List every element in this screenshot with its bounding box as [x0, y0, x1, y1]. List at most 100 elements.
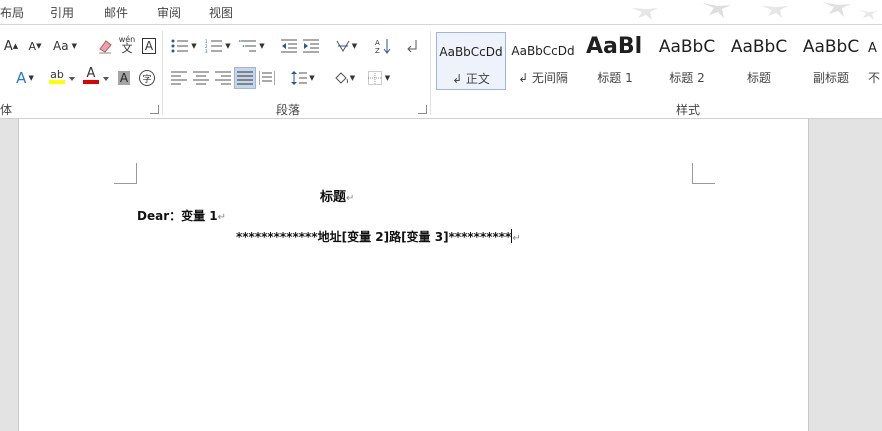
tab-references[interactable]: 引用 — [50, 4, 74, 21]
doc-address-text: *************地址[变量 2]路[变量 3]********** — [236, 230, 512, 244]
shading-button[interactable]: ▼ — [330, 67, 358, 89]
doc-greeting[interactable]: Dear：变量 1↵ — [137, 207, 226, 224]
enclose-char-icon: 字 — [139, 70, 155, 86]
borders-icon — [367, 71, 382, 85]
bird-decoration-icon — [632, 2, 878, 20]
highlight-button[interactable]: ab — [46, 65, 68, 87]
doc-greeting-text: Dear：变量 1 — [137, 209, 218, 223]
bullets-button[interactable]: ▼ — [168, 35, 200, 57]
style-heading-2[interactable]: AaBbC 标题 2 — [652, 32, 722, 90]
style-title[interactable]: AaBbC 标题 — [724, 32, 794, 90]
paragraph-dialog-launcher-icon[interactable] — [418, 105, 427, 114]
style-no-spacing[interactable]: AaBbCcDd ↲ 无间隔 — [508, 32, 578, 90]
bullets-icon — [171, 39, 189, 53]
crop-mark — [692, 163, 693, 183]
paint-bucket-icon — [333, 72, 348, 86]
paragraph-mark: ↵ — [346, 193, 355, 204]
word-window: 布局 引用 邮件 审阅 视图 A ▲ A ▼ Aa ▼ wén 文 A A ▼ ab — [0, 0, 882, 431]
group-separator — [430, 31, 431, 115]
align-right-icon — [215, 71, 231, 85]
style-heading-1[interactable]: AaBl 标题 1 — [580, 32, 650, 90]
enclose-char-button[interactable]: 字 — [136, 67, 158, 89]
distributed-icon — [259, 71, 275, 85]
style-more[interactable]: A 不 — [868, 32, 882, 90]
font-color-dropdown-icon[interactable] — [103, 77, 109, 81]
style-name: 标题 1 — [597, 71, 633, 85]
char-shading-icon: A — [117, 71, 131, 85]
asian-layout-icon — [336, 40, 350, 52]
style-sample: A — [868, 41, 877, 56]
distributed-button[interactable] — [256, 67, 278, 89]
doc-title-text: 标题 — [320, 190, 347, 205]
paragraph-mark: ↵ — [217, 212, 227, 223]
svg-text:Z: Z — [375, 47, 380, 54]
style-sample: AaBl — [586, 34, 643, 59]
phonetic-icon-bottom: 文 — [121, 42, 133, 55]
tab-review[interactable]: 审阅 — [157, 4, 181, 21]
font-color-icon: A — [86, 66, 96, 81]
styles-gallery: AaBbCcDd ↲ 正文 AaBbCcDd ↲ 无间隔 AaBl 标题 1 A… — [436, 32, 882, 90]
style-sample: AaBbC — [658, 37, 716, 57]
group-separator — [162, 31, 163, 115]
text-effects-button[interactable]: A ▼ — [14, 67, 36, 89]
phonetic-guide-button[interactable]: wén 文 — [116, 33, 138, 55]
font-color-button[interactable]: A — [80, 65, 102, 87]
style-name: ↲ 无间隔 — [518, 71, 568, 85]
paragraph-mark: ↵ — [512, 233, 521, 244]
style-subtitle[interactable]: AaBbC 副标题 — [796, 32, 866, 90]
numbering-button[interactable]: 1 2 3 ▼ — [202, 35, 234, 57]
style-normal[interactable]: AaBbCcDd ↲ 正文 — [436, 32, 506, 90]
style-name: 副标题 — [812, 71, 849, 85]
style-sample: AaBbC — [730, 37, 788, 57]
clear-format-button[interactable] — [94, 35, 116, 57]
grow-font-icon: A — [3, 38, 13, 54]
style-name: ↲ 正文 — [452, 72, 490, 86]
sort-button[interactable]: AZ — [372, 35, 394, 57]
multilevel-list-icon — [239, 40, 257, 52]
tab-layout[interactable]: 布局 — [0, 4, 24, 21]
numbering-icon: 123 — [205, 39, 223, 53]
char-border-icon: A — [141, 38, 157, 54]
line-spacing-button[interactable]: ▼ — [288, 67, 318, 89]
highlight-dropdown-icon[interactable] — [69, 77, 75, 81]
sort-icon: AZ — [375, 39, 391, 54]
paragraph-mark-icon — [407, 40, 417, 53]
shrink-font-button[interactable]: A ▼ — [24, 35, 46, 57]
text-effects-icon: A — [16, 69, 27, 87]
font-dialog-launcher-icon[interactable] — [150, 105, 159, 114]
shrink-font-icon: A — [28, 39, 37, 53]
svg-text:3: 3 — [205, 49, 208, 53]
borders-button[interactable]: ▼ — [364, 67, 394, 89]
crop-mark — [136, 163, 137, 183]
doc-title[interactable]: 标题↵ — [320, 186, 354, 205]
show-marks-button[interactable] — [402, 35, 424, 57]
ribbon-tabs: 布局 引用 邮件 审阅 视图 — [0, 0, 882, 25]
style-sample: AaBbC — [802, 37, 860, 57]
grow-font-button[interactable]: A ▲ — [0, 35, 22, 57]
line-spacing-icon — [291, 71, 308, 85]
char-border-button[interactable]: A — [138, 35, 160, 57]
justify-button[interactable] — [234, 67, 256, 89]
tab-view[interactable]: 视图 — [209, 4, 233, 21]
align-left-icon — [171, 71, 187, 85]
style-name: 不 — [868, 71, 881, 85]
document-page[interactable]: 标题↵ Dear：变量 1↵ *************地址[变量 2]路[变量… — [18, 119, 809, 431]
multilevel-list-button[interactable]: ▼ — [236, 35, 268, 57]
increase-indent-icon — [303, 39, 319, 53]
font-color-bar — [83, 80, 99, 84]
decrease-indent-button[interactable] — [278, 35, 300, 57]
crop-mark — [114, 183, 137, 184]
highlight-icon: ab — [50, 67, 64, 81]
align-left-button[interactable] — [168, 67, 190, 89]
align-right-button[interactable] — [212, 67, 234, 89]
justify-icon — [237, 71, 253, 85]
svg-text:A: A — [375, 39, 380, 47]
align-center-button[interactable] — [190, 67, 212, 89]
tab-mailings[interactable]: 邮件 — [104, 4, 128, 21]
char-shading-button[interactable]: A — [113, 67, 135, 89]
change-case-button[interactable]: Aa ▼ — [50, 35, 80, 57]
asian-layout-button[interactable]: ▼ — [332, 35, 360, 57]
increase-indent-button[interactable] — [300, 35, 322, 57]
doc-address-line[interactable]: *************地址[变量 2]路[变量 3]**********↵ — [236, 228, 521, 245]
font-group-label: 体 — [0, 103, 13, 117]
